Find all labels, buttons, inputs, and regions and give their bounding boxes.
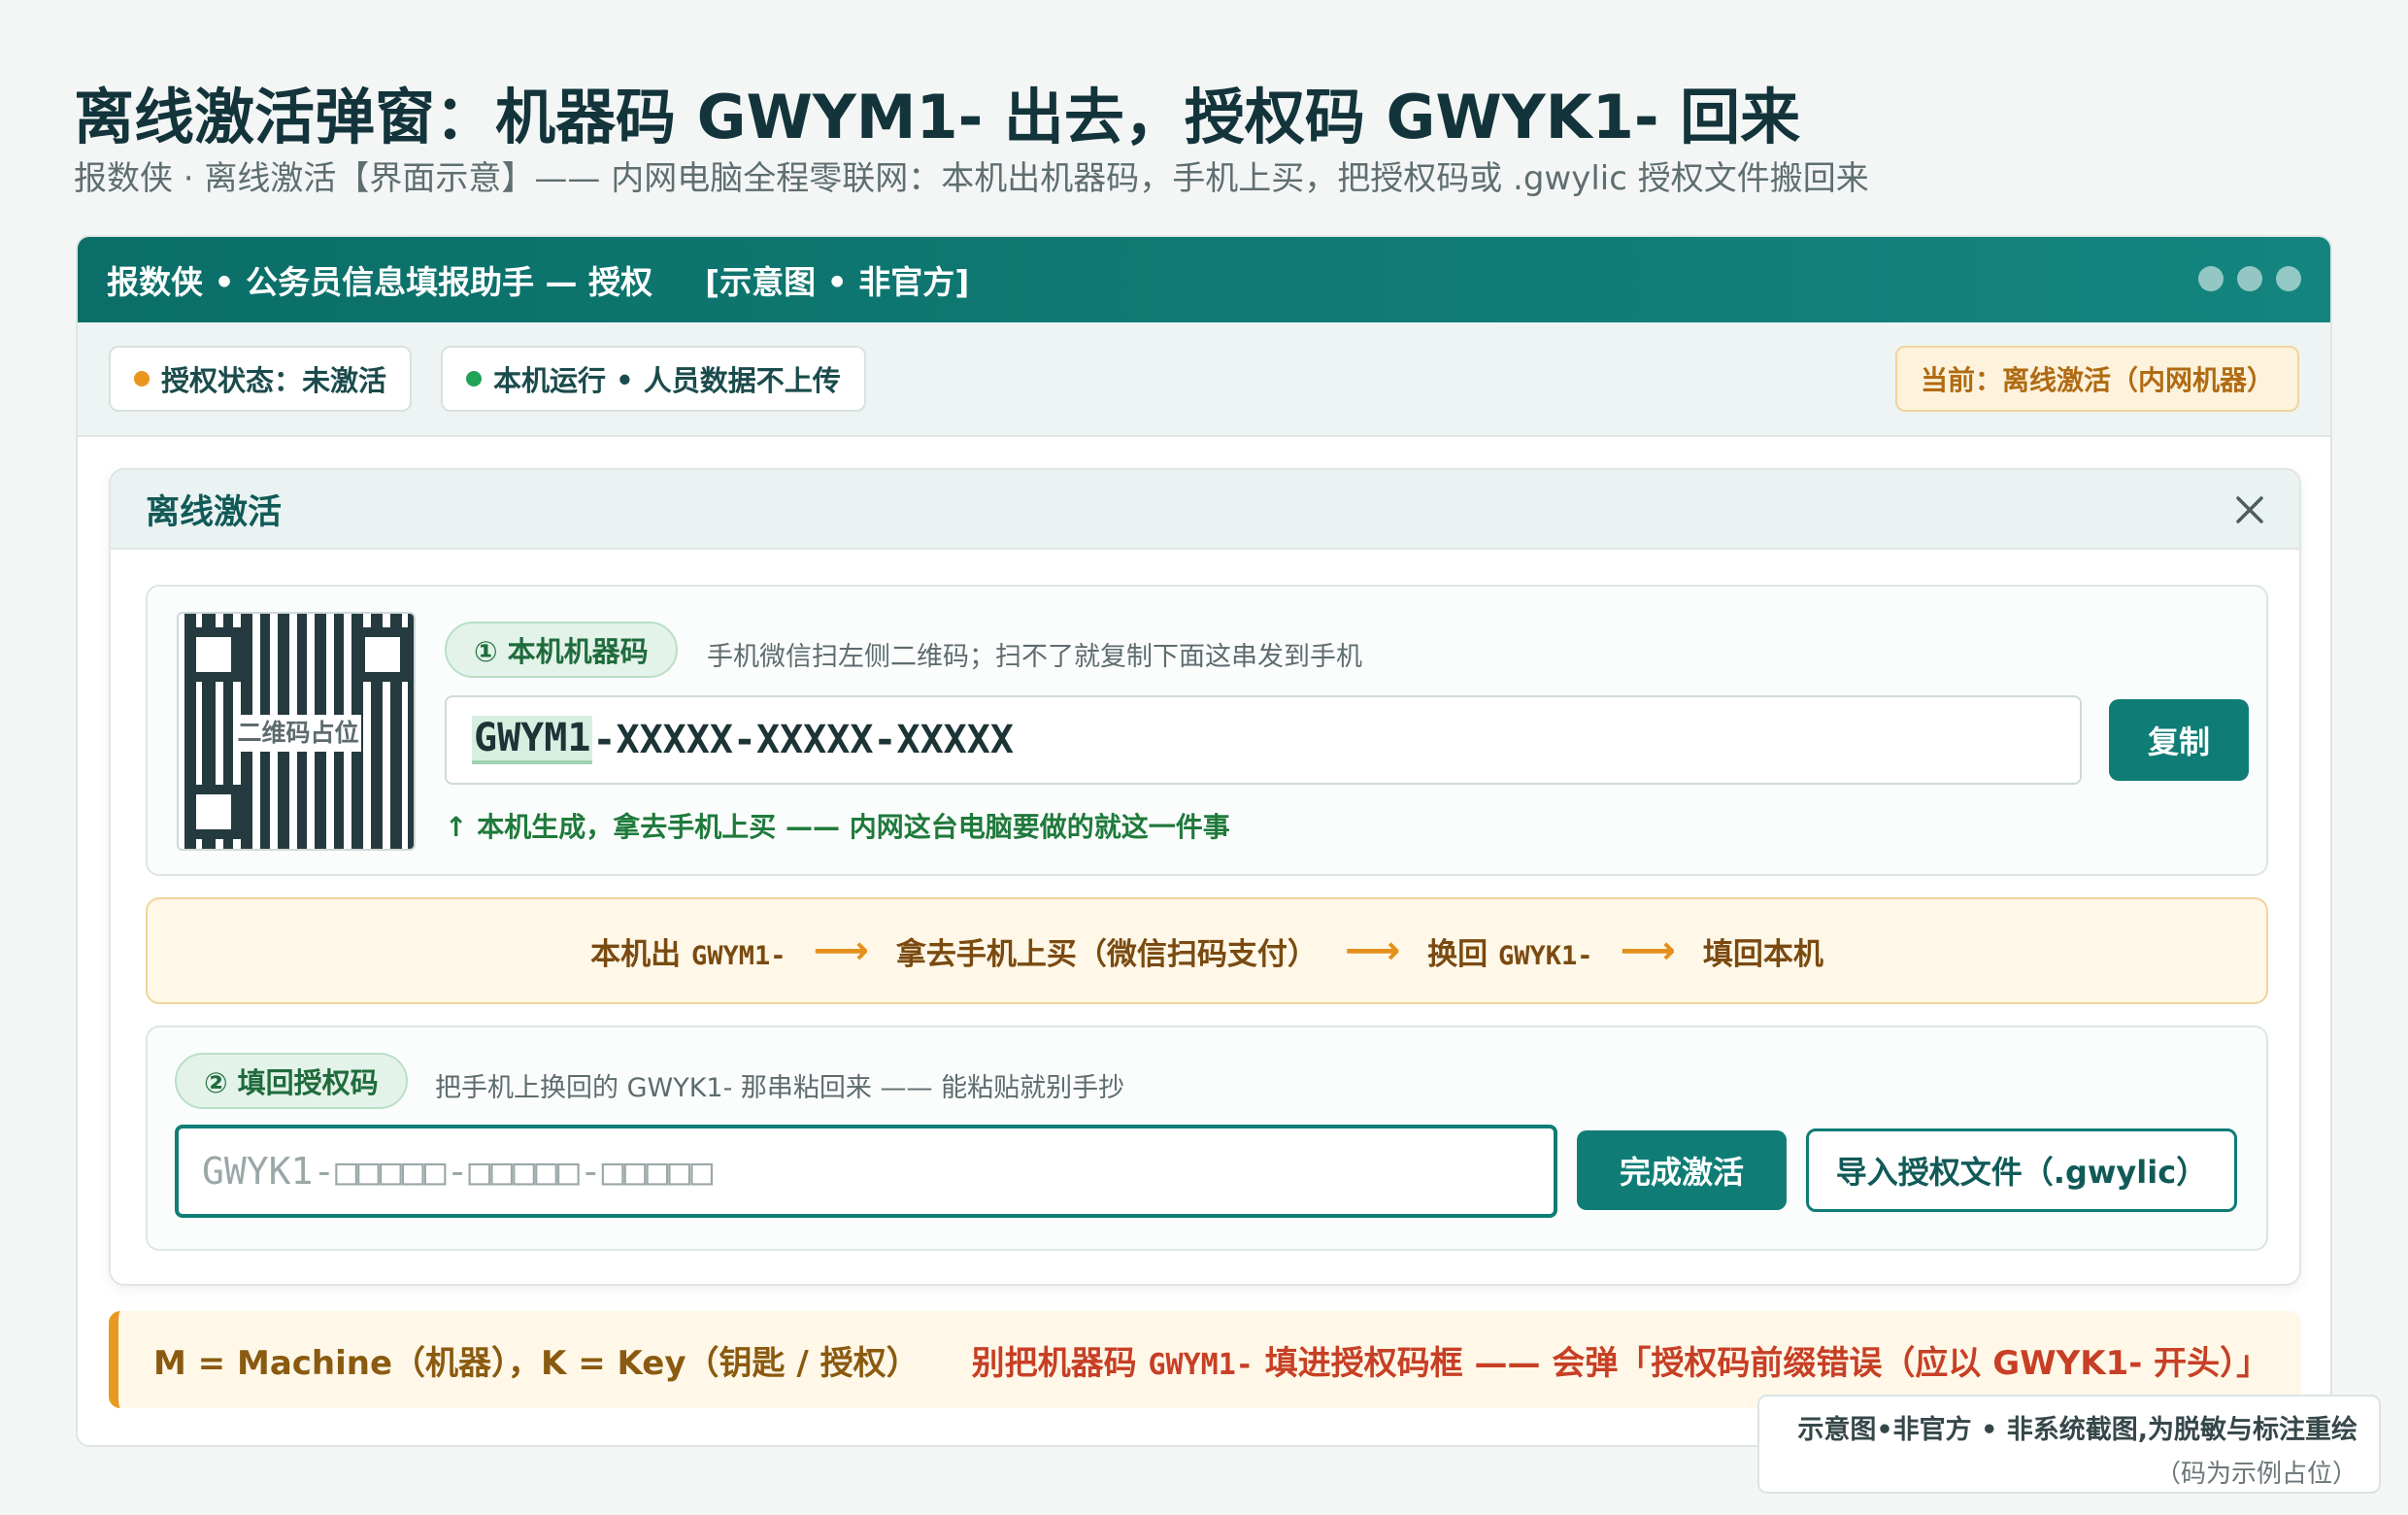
step2-hint: 把手机上换回的 GWYK1- 那串粘回来 —— 能粘贴就别手抄	[435, 1073, 1125, 1103]
copy-button[interactable]: 复制	[2109, 699, 2249, 781]
license-code-input[interactable]: GWYK1-□□□□□-□□□□□-□□□□□	[175, 1125, 1557, 1218]
machine-code-card: 二维码占位 ① 本机机器码 手机微信扫左侧二维码；扫不了就复制下面这串发到手机 …	[146, 585, 2268, 876]
local-run-badge: 本机运行 • 人员数据不上传	[441, 346, 866, 412]
arrow-right-icon: ⟶	[813, 928, 869, 973]
window-control-dot[interactable]	[2237, 266, 2262, 291]
arrow-right-icon: ⟶	[1620, 928, 1676, 973]
offline-activation-dialog: 离线激活 二维码占位 ① 本机机器码 手机微信扫左侧二维码；扫不了就复制下面这串…	[109, 468, 2301, 1286]
local-run-text: 本机运行 • 人员数据不上传	[493, 364, 841, 397]
license-status-text: 授权状态：未激活	[161, 364, 387, 397]
prefix-warning-code: GWYM1-	[1148, 1347, 1254, 1382]
disclaimer-line-2: （码为示例占位）	[2155, 1460, 2358, 1489]
prefix-warning: 别把机器码 GWYM1- 填进授权码框 —— 会弹「授权码前缀错误（应以 GWY…	[972, 1336, 2270, 1384]
window-titlebar: 报数侠 • 公务员信息填报助手 — 授权 [示意图 • 非官方]	[78, 237, 2330, 322]
status-dot-icon	[466, 371, 482, 387]
qr-placeholder-label: 二维码占位	[237, 719, 359, 747]
complete-activation-button[interactable]: 完成激活	[1577, 1130, 1787, 1210]
step1-badge: ① 本机机器码	[445, 622, 678, 678]
prefix-warning-text-a: 别把机器码	[971, 1343, 1137, 1383]
window-control-dot[interactable]	[2198, 266, 2224, 291]
license-code-card: ② 填回授权码 把手机上换回的 GWYK1- 那串粘回来 —— 能粘贴就别手抄 …	[146, 1026, 2268, 1251]
app-window: 报数侠 • 公务员信息填报助手 — 授权 [示意图 • 非官方] 授权状态：未激…	[76, 235, 2332, 1447]
machine-code-rest: -XXXXX-XXXXX-XXXXX	[592, 718, 1014, 762]
status-dot-icon	[134, 371, 150, 387]
flow-step-4: 填回本机	[1702, 936, 1823, 972]
flow-step-3-text: 换回	[1427, 936, 1488, 972]
flow-step-2: 拿去手机上买（微信扫码支付）	[895, 936, 1318, 972]
qr-code-placeholder: 二维码占位	[177, 612, 416, 851]
import-license-file-button[interactable]: 导入授权文件（.gwylic）	[1806, 1128, 2237, 1212]
step1-badge-text: ① 本机机器码	[474, 635, 649, 668]
current-mode-badge: 当前：离线激活（内网机器）	[1894, 346, 2299, 412]
machine-code-field[interactable]: GWYM1 -XXXXX-XXXXX-XXXXX	[445, 695, 2082, 785]
prefix-warning-text-b: 填进授权码框 —— 会弹「授权码前缀错误（应以 GWYK1- 开头）」	[1264, 1343, 2270, 1383]
arrow-right-icon: ⟶	[1344, 928, 1401, 973]
step1-hint: 手机微信扫左侧二维码；扫不了就复制下面这串发到手机	[707, 642, 1362, 672]
window-control-dot[interactable]	[2276, 266, 2301, 291]
prefix-warning-note: M = Machine（机器），K = Key（钥匙 / 授权） 别把机器码 G…	[109, 1311, 2301, 1408]
machine-code-prefix: GWYM1	[472, 716, 593, 764]
window-title: 报数侠 • 公务员信息填报助手 — 授权	[107, 263, 653, 301]
step1-note: ↑ 本机生成，拿去手机上买 —— 内网这台电脑要做的就这一件事	[445, 811, 1230, 843]
step2-badge-text: ② 填回授权码	[204, 1066, 379, 1099]
activation-flow-banner: 本机出 GWYM1- ⟶ 拿去手机上买（微信扫码支付） ⟶ 换回 GWYK1- …	[146, 897, 2268, 1004]
close-icon[interactable]	[2233, 493, 2266, 526]
window-tag: [示意图 • 非官方]	[705, 263, 970, 301]
step2-badge: ② 填回授权码	[175, 1053, 408, 1109]
disclaimer-box: 示意图•非官方 • 非系统截图,为脱敏与标注重绘 （码为示例占位）	[1757, 1395, 2381, 1494]
dialog-header: 离线激活	[111, 470, 2299, 550]
license-code-placeholder: GWYK1-□□□□□-□□□□□-□□□□□	[202, 1150, 714, 1193]
prefix-legend: M = Machine（机器），K = Key（钥匙 / 授权）	[153, 1343, 920, 1383]
disclaimer-line-1: 示意图•非官方 • 非系统截图,为脱敏与标注重绘	[1797, 1415, 2358, 1445]
flow-step-3: 换回 GWYK1-	[1427, 929, 1592, 973]
page-title: 离线激活弹窗：机器码 GWYM1- 出去，授权码 GWYK1- 回来	[74, 82, 1801, 152]
flow-step-1-text: 本机出	[590, 936, 682, 972]
dialog-title: 离线激活	[146, 492, 283, 532]
page-subtitle: 报数侠 · 离线激活【界面示意】—— 内网电脑全程零联网：本机出机器码，手机上买…	[74, 159, 1869, 198]
window-controls	[2198, 266, 2301, 291]
flow-step-3-code: GWYK1-	[1497, 940, 1593, 971]
license-status-badge: 授权状态：未激活	[109, 346, 413, 412]
flow-step-1-code: GWYM1-	[690, 940, 786, 971]
current-mode-text: 当前：离线激活（内网机器）	[1920, 364, 2274, 396]
flow-step-1: 本机出 GWYM1-	[590, 929, 786, 973]
